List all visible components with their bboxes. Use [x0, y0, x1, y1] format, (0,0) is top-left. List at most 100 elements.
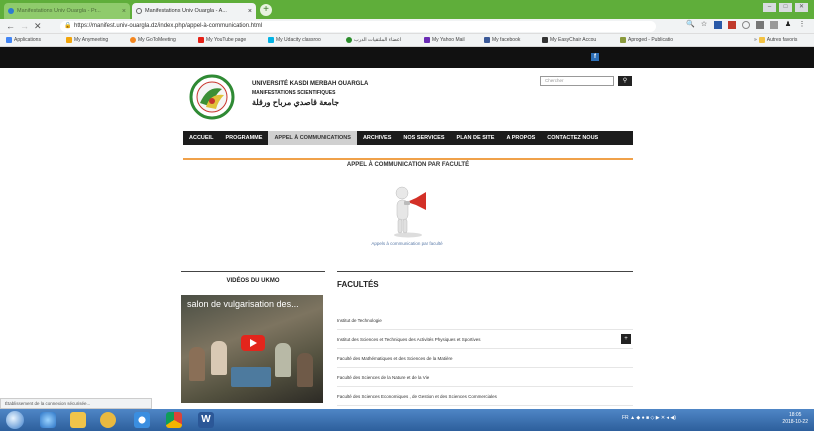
window-controls: – □ ✕	[763, 3, 808, 12]
megaphone-figure-icon[interactable]	[386, 184, 432, 238]
url-field[interactable]: 🔒 https://manifest.univ-ouargla.dz/index…	[60, 21, 656, 32]
bookmark-label: My Udacity classroo	[276, 37, 321, 43]
apps-icon	[6, 37, 12, 43]
anymeeting-icon	[66, 37, 72, 43]
facebook-icon[interactable]: f	[591, 53, 599, 61]
word-icon[interactable]: W	[198, 412, 214, 428]
faculty-label: Faculté des Mathématiques et des Science…	[337, 356, 453, 361]
university-logo[interactable]	[186, 73, 242, 121]
stop-icon[interactable]: ✕	[34, 21, 42, 32]
site-title-arabic: جامعة قاصدي مرباح ورقلة	[252, 98, 340, 107]
browser-tab-2[interactable]: Manifestations Univ Ouargla - A... ×	[132, 3, 256, 19]
bookmark-label: My Yahoo Mail	[432, 37, 465, 43]
translate-icon[interactable]	[770, 21, 778, 29]
play-button[interactable]	[241, 335, 265, 351]
bookmark-label: My facebook	[492, 37, 521, 43]
bookmark-label: My YouTube page	[206, 37, 247, 43]
media-player-icon[interactable]	[100, 412, 116, 428]
menu-item-appel[interactable]: APPEL À COMMUNICATIONS	[268, 131, 357, 145]
minimize-button[interactable]: –	[763, 3, 776, 12]
tab-favicon	[8, 8, 14, 14]
clock-time: 18:05	[788, 412, 802, 418]
overflow-icon: »	[754, 37, 757, 43]
list-item[interactable]: Institut de Technologie	[337, 311, 633, 330]
bookmark-item[interactable]: Applications	[6, 37, 41, 43]
extension-icon[interactable]	[756, 21, 764, 29]
menu-item-services[interactable]: NOS SERVICES	[397, 131, 450, 145]
video-table	[231, 367, 271, 387]
tab-favicon	[136, 8, 142, 14]
list-item[interactable]: Faculté des Sciences Economiques , de Ge…	[337, 387, 633, 406]
maximize-button[interactable]: □	[779, 3, 792, 12]
video-title: salon de vulgarisation des...	[187, 299, 299, 309]
url-text: https://manifest.univ-ouargla.dz/index.p…	[74, 23, 263, 29]
close-tab-icon[interactable]: ×	[122, 8, 126, 15]
app-icon[interactable]	[134, 412, 150, 428]
yahoo-mail-icon	[424, 37, 430, 43]
extension-icon[interactable]	[742, 21, 750, 29]
forward-icon[interactable]: →	[20, 21, 29, 31]
list-item[interactable]: Faculté des Mathématiques et des Science…	[337, 349, 633, 368]
back-icon[interactable]: ←	[6, 21, 15, 31]
start-button[interactable]	[6, 411, 24, 429]
menu-item-accueil[interactable]: ACCUEIL	[183, 131, 219, 145]
video-player[interactable]: salon de vulgarisation des...	[181, 295, 323, 403]
video-person	[189, 347, 205, 381]
zoom-icon[interactable]: 🔍	[686, 21, 695, 29]
bookmark-item[interactable]: My facebook	[484, 37, 520, 43]
bookmark-item[interactable]: My Udacity classroo	[268, 37, 321, 43]
bookmark-star-icon[interactable]: ☆	[700, 21, 708, 29]
faculty-label: Faculté des Sciences de la Nature et de …	[337, 375, 430, 380]
bookmark-item[interactable]: Aproged - Publicatio	[620, 37, 673, 43]
extension-icon[interactable]	[728, 21, 736, 29]
tray-icons[interactable]: ▲ ◆ ● ■ ◇ ▶ ✕ ◂ ◀)	[630, 415, 676, 421]
divider	[181, 271, 325, 272]
search-input[interactable]: Chercher	[540, 76, 614, 86]
bookmarks-bar: Applications My Anymeeting My GoToMeetin…	[0, 34, 814, 47]
search-placeholder: Chercher	[545, 78, 564, 83]
close-window-button[interactable]: ✕	[795, 3, 808, 12]
other-bookmarks[interactable]: » Autres favoris	[754, 37, 797, 43]
faculty-label: Institut des Sciences et Techniques des …	[337, 337, 481, 342]
menu-item-plan[interactable]: PLAN DE SITE	[451, 131, 501, 145]
clock[interactable]: 18:05 2018-10-22	[782, 412, 808, 426]
main-menu: ACCUEIL PROGRAMME APPEL À COMMUNICATIONS…	[183, 131, 633, 145]
video-person	[275, 343, 291, 377]
language-indicator[interactable]: FR	[622, 415, 629, 421]
menu-item-contact[interactable]: CONTACTEZ NOUS	[541, 131, 604, 145]
video-person	[211, 341, 227, 375]
videos-heading: VIDÉOS DU UKMO	[226, 278, 280, 284]
bookmark-item[interactable]: My Anymeeting	[66, 37, 108, 43]
figure-caption[interactable]: Appels à communication par faculté	[352, 241, 462, 246]
bookmark-item[interactable]: My EasyChair Accou	[542, 37, 596, 43]
bookmark-label: اعضاء الملتقيات الدرب	[354, 37, 402, 43]
lock-icon: 🔒	[64, 23, 72, 29]
menu-item-apropos[interactable]: A PROPOS	[500, 131, 541, 145]
divider	[337, 271, 633, 272]
bookmark-globe-icon	[346, 37, 352, 43]
site-top-strip: f	[0, 47, 814, 68]
expand-icon[interactable]: +	[621, 334, 631, 344]
extension-icon[interactable]	[714, 21, 722, 29]
bookmark-item[interactable]: اعضاء الملتقيات الدرب	[346, 37, 401, 43]
menu-item-archives[interactable]: ARCHIVES	[357, 131, 397, 145]
menu-item-programme[interactable]: PROGRAMME	[219, 131, 268, 145]
close-tab-icon[interactable]: ×	[248, 8, 252, 15]
list-item[interactable]: Institut des Sciences et Techniques des …	[337, 330, 633, 349]
browser-tab-1[interactable]: Manifestations Univ Ouargla - Pr... ×	[4, 3, 130, 19]
profile-icon[interactable]: ♟	[784, 21, 792, 29]
internet-explorer-icon[interactable]	[40, 412, 56, 428]
tab-label: Manifestations Univ Ouargla - Pr...	[17, 8, 101, 14]
search-button[interactable]: ⚲	[618, 76, 632, 86]
file-explorer-icon[interactable]	[70, 412, 86, 428]
list-item[interactable]: Faculté des Sciences de la Nature et de …	[337, 368, 633, 387]
bookmark-label: My Anymeeting	[74, 37, 109, 43]
bookmark-item[interactable]: My YouTube page	[198, 37, 246, 43]
extension-icons: 🔍 ☆ ♟ ⋮	[686, 21, 806, 29]
chrome-icon[interactable]	[166, 412, 182, 428]
menu-icon[interactable]: ⋮	[798, 21, 806, 29]
bookmark-item[interactable]: My Yahoo Mail	[424, 37, 465, 43]
system-tray: FR ▲ ◆ ● ■ ◇ ▶ ✕ ◂ ◀)	[622, 415, 676, 421]
new-tab-button[interactable]: +	[260, 4, 272, 16]
bookmark-item[interactable]: My GoToMeeting	[130, 37, 176, 43]
